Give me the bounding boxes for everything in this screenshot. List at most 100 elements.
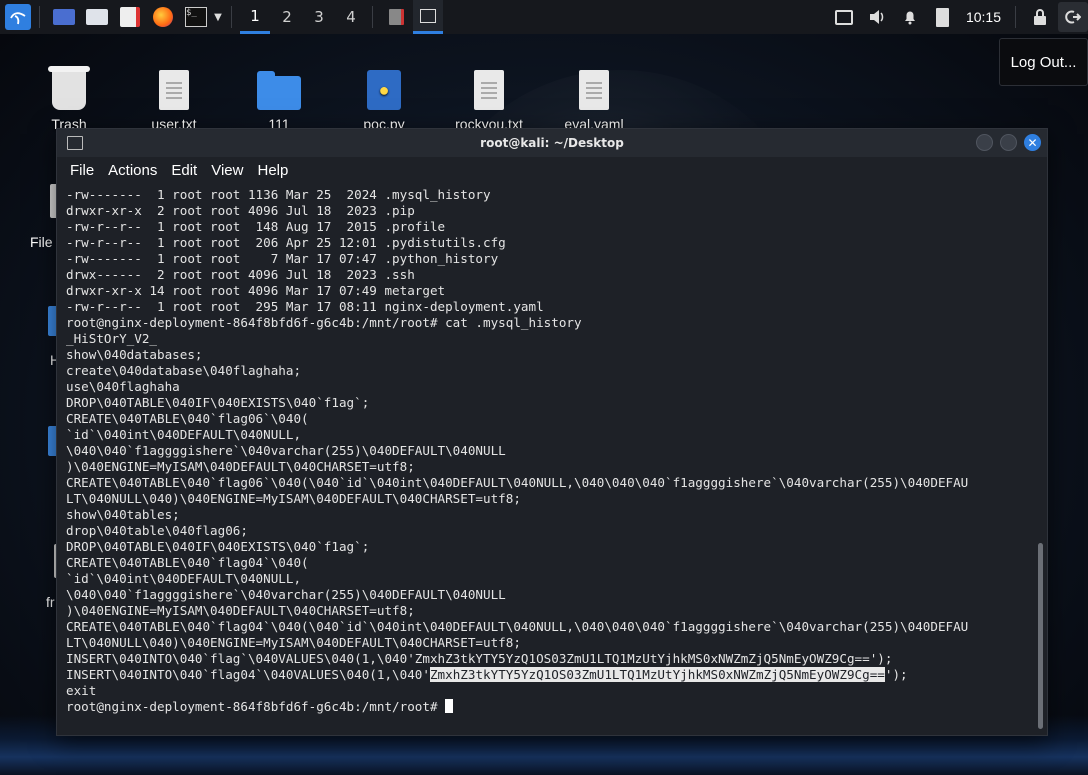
panel-separator (39, 6, 40, 28)
desktop-item-poc-py[interactable]: ● poc.py (344, 60, 424, 132)
window-title: root@kali: ~/Desktop (480, 136, 624, 150)
desktop-item-111[interactable]: 111 (239, 60, 319, 132)
logout-icon (1065, 10, 1081, 24)
folder-icon (86, 9, 108, 25)
close-icon: ✕ (1027, 135, 1038, 150)
terminal-line: drwxr-xr-x 14 root root 4096 Mar 17 07:4… (66, 283, 446, 298)
show-desktop-button[interactable] (49, 2, 79, 32)
terminal-line: drwxr-xr-x 2 root root 4096 Jul 18 2023 … (66, 203, 415, 218)
terminal-line: CREATE\040TABLE\040`flag06`\040( (66, 411, 309, 426)
terminal-icon: $_ (185, 7, 207, 27)
terminal-line: LT\040NULL\040)\040ENGINE=MyISAM\040DEFA… (66, 491, 521, 506)
battery-indicator[interactable] (928, 2, 958, 32)
close-button[interactable]: ✕ (1024, 134, 1041, 151)
terminal-line: CREATE\040TABLE\040`flag04`\040(\040`id`… (66, 619, 969, 634)
terminal-window[interactable]: root@kali: ~/Desktop ✕ File Actions Edit… (56, 128, 1048, 736)
terminal-line: root@nginx-deployment-864f8bfd6f-g6c4b:/… (66, 315, 582, 330)
menu-help[interactable]: Help (257, 162, 288, 179)
terminal-line: )\040ENGINE=MyISAM\040DEFAULT\040CHARSET… (66, 603, 415, 618)
folder-icon (257, 71, 301, 110)
maximize-button[interactable] (1000, 134, 1017, 151)
terminal-line: `id`\040int\040DEFAULT\040NULL, (66, 427, 302, 442)
terminal-line: \040\040`f1aggggishere`\040varchar(255)\… (66, 443, 506, 458)
menu-actions[interactable]: Actions (108, 162, 157, 179)
terminal-launcher-button[interactable]: $_ (181, 2, 211, 32)
text-file-icon (579, 70, 609, 110)
terminal-scrollbar[interactable] (1038, 543, 1043, 729)
text-cursor (445, 699, 454, 713)
terminal-line: -rw-r--r-- 1 root root 148 Aug 17 2015 .… (66, 219, 446, 234)
lock-icon (1034, 9, 1046, 25)
battery-icon (936, 7, 950, 27)
terminal-prompt-line[interactable]: root@nginx-deployment-864f8bfd6f-g6c4b:/… (66, 699, 1028, 715)
file-manager-button[interactable] (82, 2, 112, 32)
volume-indicator[interactable] (862, 2, 892, 32)
firefox-icon (153, 7, 173, 27)
monitor-icon (834, 9, 853, 25)
terminal-line: DROP\040TABLE\040IF\040EXISTS\040`f1ag`; (66, 395, 370, 410)
minimize-button[interactable] (976, 134, 993, 151)
terminal-line: use\040flaghaha (66, 379, 180, 394)
launcher-dropdown-chevron-icon[interactable]: ▼ (211, 12, 225, 23)
terminal-line-selected[interactable]: INSERT\040INTO\040`flag04`\040VALUES\040… (66, 667, 1028, 683)
bell-icon (904, 11, 915, 25)
terminal-line: _HiStOrY_V2_ (66, 331, 157, 346)
task-text-editor[interactable] (381, 0, 411, 34)
desktop-icon (53, 9, 75, 25)
logout-button[interactable] (1058, 2, 1088, 32)
line-suffix: '); (884, 667, 908, 682)
terminal-line: exit (66, 683, 97, 698)
text-editor-button[interactable] (115, 2, 145, 32)
terminal-titlebar[interactable]: root@kali: ~/Desktop ✕ (57, 129, 1047, 157)
menu-file[interactable]: File (70, 162, 94, 179)
terminal-line: -rw-r--r-- 1 root root 206 Apr 25 12:01 … (66, 235, 506, 250)
terminal-line: -rw-r--r-- 1 root root 295 Mar 17 08:11 … (66, 299, 544, 314)
display-indicator[interactable] (829, 2, 859, 32)
shell-prompt: root@nginx-deployment-864f8bfd6f-g6c4b:/… (66, 699, 446, 714)
terminal-line: drwx------ 2 root root 4096 Jul 18 2023 … (66, 267, 415, 282)
task-terminal[interactable] (413, 0, 443, 34)
terminal-line: CREATE\040TABLE\040`flag04`\040( (66, 555, 309, 570)
desktop-item-eval-yaml[interactable]: eval.yaml (554, 60, 634, 132)
panel-separator (231, 6, 232, 28)
terminal-line: `id`\040int\040DEFAULT\040NULL, (66, 571, 302, 586)
partial-item-label: File (30, 234, 53, 250)
text-editor-icon (388, 9, 404, 25)
terminal-line: create\040database\040flaghaha; (66, 363, 302, 378)
terminal-line: drop\040table\040flag06; (66, 523, 248, 538)
top-panel: $_ ▼ 1 2 3 4 10:15 (0, 0, 1088, 34)
terminal-line: DROP\040TABLE\040IF\040EXISTS\040`f1ag`; (66, 539, 370, 554)
desktop-item-trash[interactable]: Trash (29, 60, 109, 132)
workspace-1[interactable]: 1 (240, 0, 270, 34)
trash-icon (48, 66, 90, 110)
line-prefix: INSERT\040INTO\040`flag04`\040VALUES\040… (66, 667, 430, 682)
python-file-icon: ● (367, 70, 401, 110)
terminal-output[interactable]: -rw------- 1 root root 1136 Mar 25 2024 … (66, 187, 1028, 727)
workspace-3[interactable]: 3 (304, 0, 334, 34)
terminal-line: INSERT\040INTO\040`flag`\040VALUES\040(1… (66, 651, 893, 666)
terminal-line: show\040databases; (66, 347, 203, 362)
terminal-icon (420, 8, 436, 23)
desktop-item-rockyou-txt[interactable]: rockyou.txt (449, 60, 529, 132)
menu-view[interactable]: View (211, 162, 243, 179)
lock-screen-button[interactable] (1025, 2, 1055, 32)
workspace-4[interactable]: 4 (336, 0, 366, 34)
terminal-icon (67, 136, 83, 150)
text-file-icon (159, 70, 189, 110)
terminal-line: \040\040`f1aggggishere`\040varchar(255)\… (66, 587, 506, 602)
terminal-menubar: File Actions Edit View Help (57, 157, 1047, 183)
desktop-item-user-txt[interactable]: user.txt (134, 60, 214, 132)
kali-logo-icon (5, 4, 31, 30)
workspace-2[interactable]: 2 (272, 0, 302, 34)
firefox-button[interactable] (148, 2, 178, 32)
terminal-line: -rw------- 1 root root 7 Mar 17 07:47 .p… (66, 251, 499, 266)
clock[interactable]: 10:15 (966, 9, 1001, 25)
partial-item-label: fr (46, 594, 55, 610)
notifications-indicator[interactable] (895, 2, 925, 32)
selected-text[interactable]: ZmxhZ3tkYTY5YzQ1OS03ZmU1LTQ1MzUtYjhkMS0x… (429, 667, 885, 682)
terminal-line: show\040tables; (66, 507, 180, 522)
app-menu-button[interactable] (3, 2, 33, 32)
panel-separator (1015, 6, 1016, 28)
menu-edit[interactable]: Edit (171, 162, 197, 179)
terminal-line: LT\040NULL\040)\040ENGINE=MyISAM\040DEFA… (66, 635, 521, 650)
